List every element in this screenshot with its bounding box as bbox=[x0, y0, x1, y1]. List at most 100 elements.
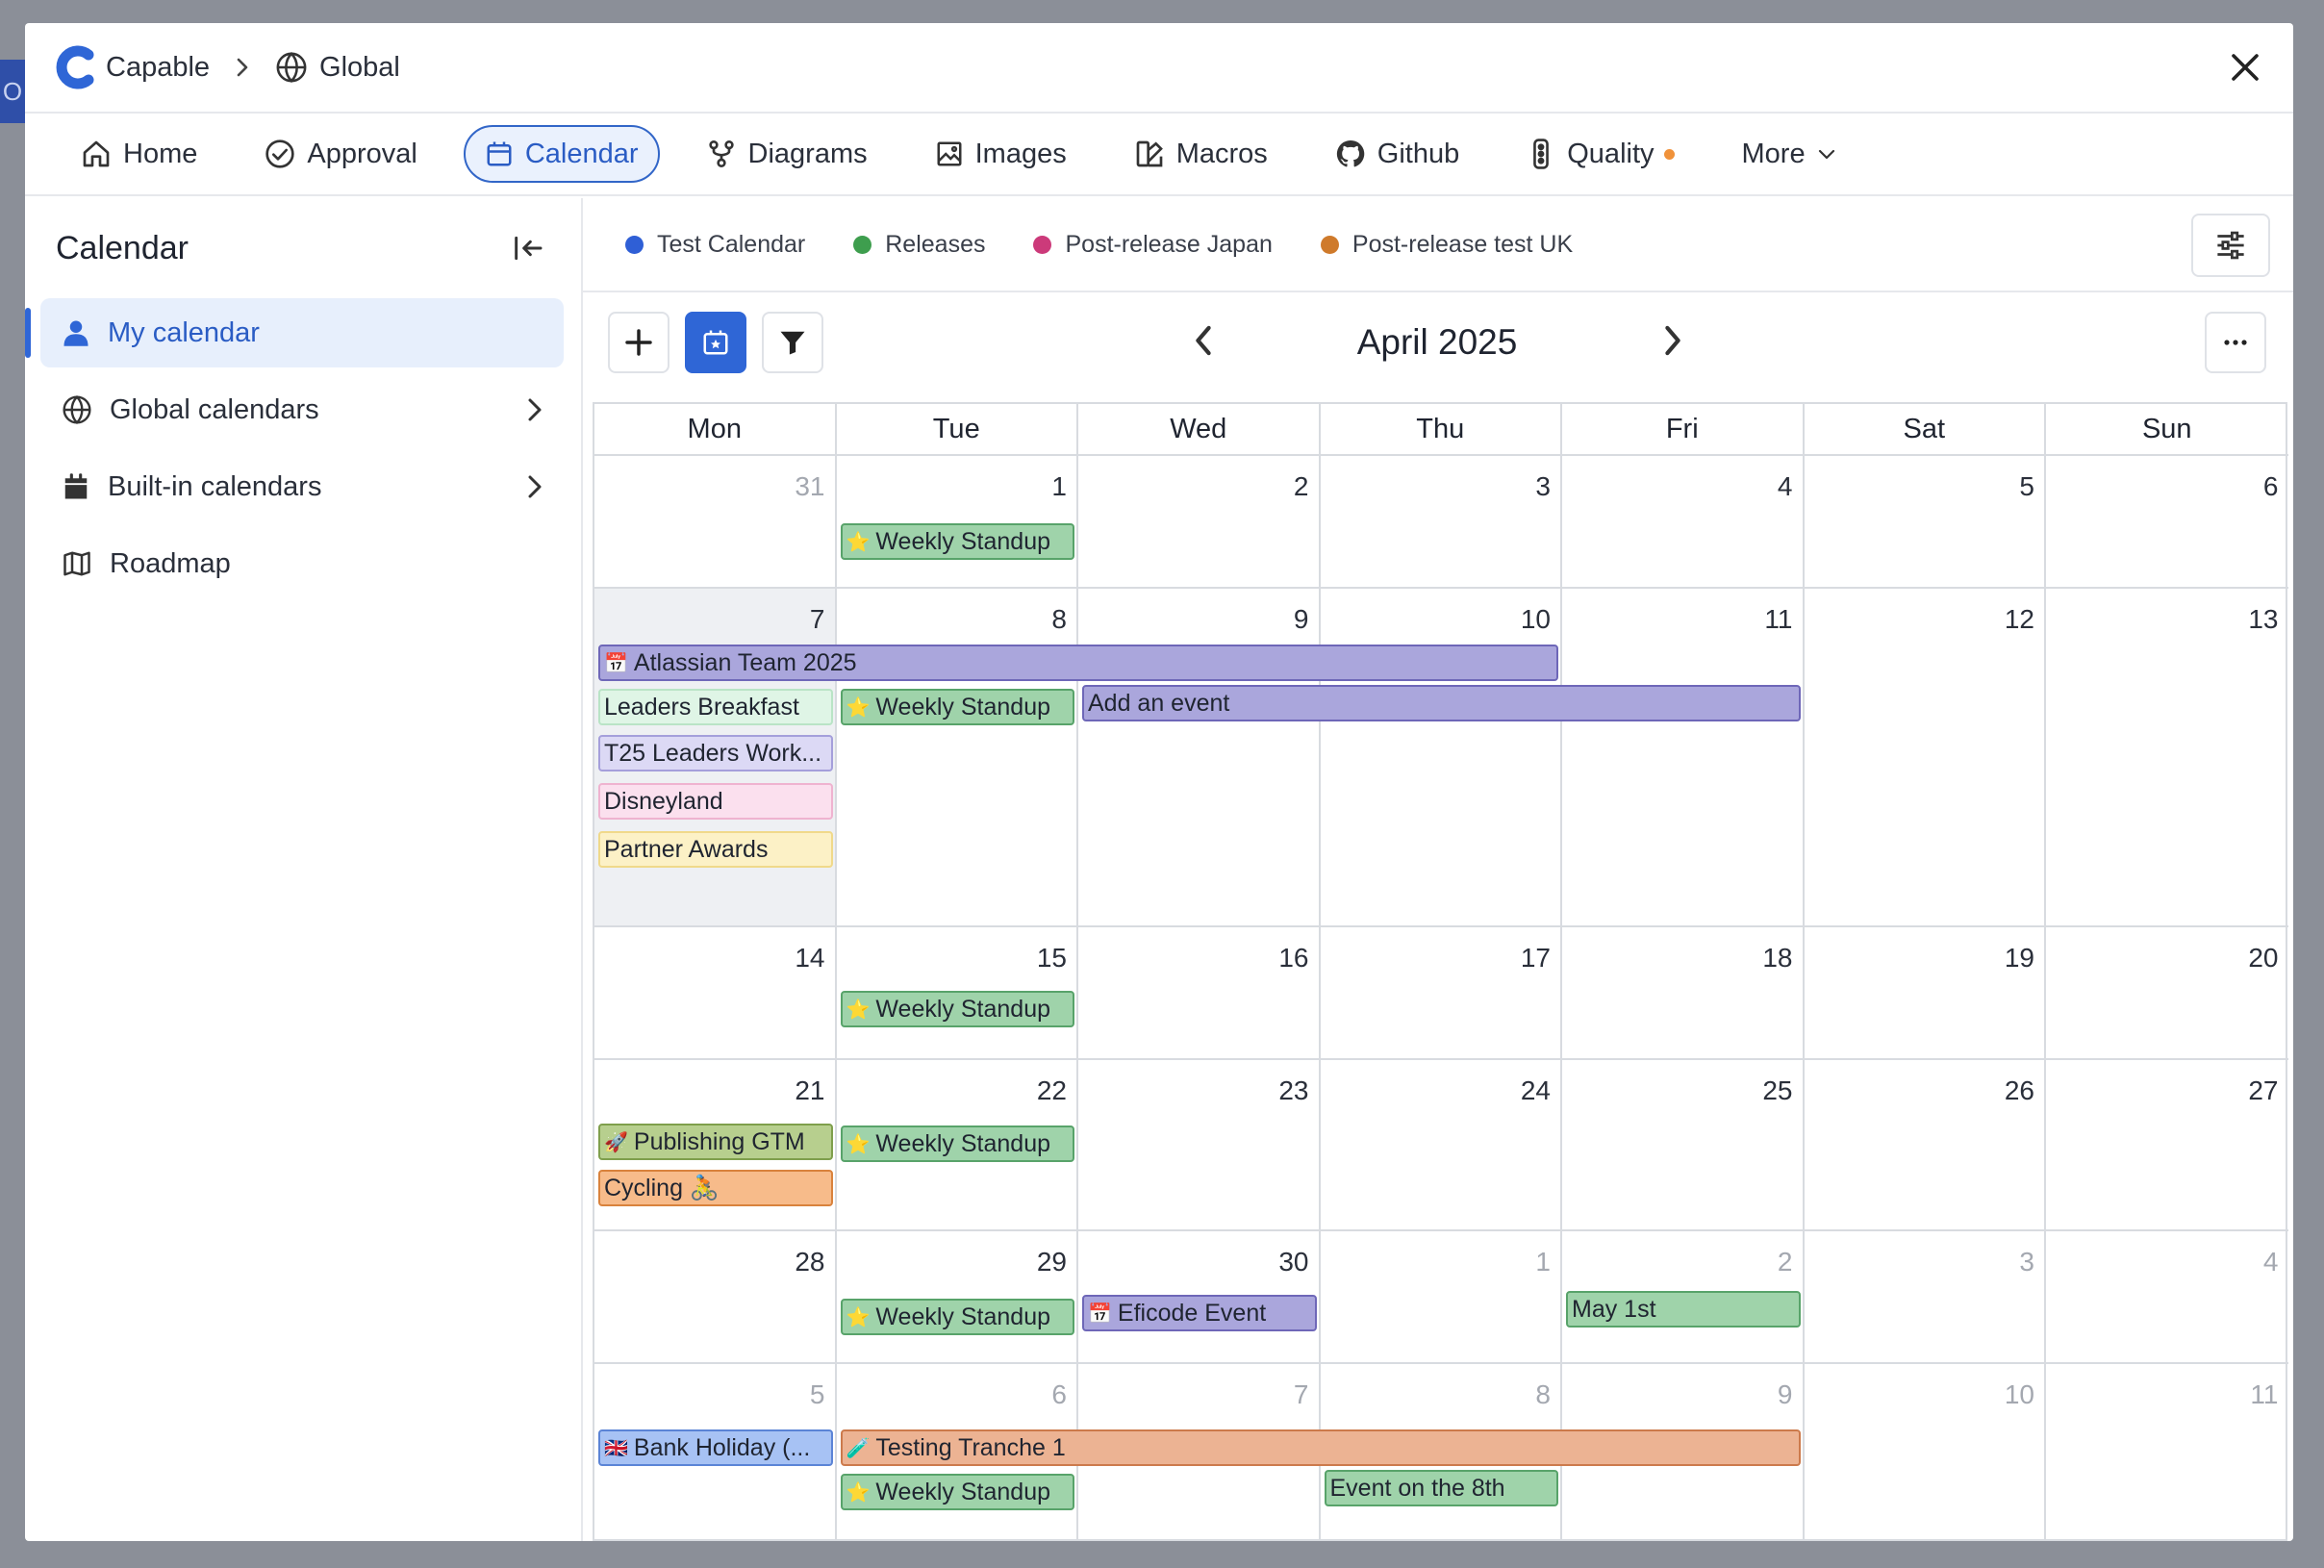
calendar-event[interactable]: Cycling 🚴 bbox=[598, 1170, 833, 1206]
legend-dot bbox=[1033, 235, 1052, 254]
ellipsis-icon bbox=[2224, 340, 2247, 345]
nav-images[interactable]: Images bbox=[914, 125, 1088, 183]
day-cell[interactable]: 6 bbox=[2046, 454, 2288, 587]
day-cell[interactable]: 3 bbox=[1804, 1229, 2046, 1362]
calendar-event[interactable]: ⭐ Weekly Standup bbox=[840, 1474, 1074, 1510]
nav-github[interactable]: Github bbox=[1314, 125, 1480, 183]
calendar-event[interactable]: ⭐ Weekly Standup bbox=[840, 689, 1074, 725]
day-cell[interactable]: 12 bbox=[1804, 587, 2046, 925]
more-options-button[interactable] bbox=[2205, 312, 2266, 373]
calendar-event[interactable]: ⭐ Weekly Standup bbox=[840, 1299, 1074, 1335]
calendar-settings-button[interactable] bbox=[2191, 214, 2270, 277]
calendar-event[interactable]: Add an event bbox=[1082, 685, 1801, 721]
next-month-icon[interactable] bbox=[1658, 317, 1687, 364]
day-number: 2 bbox=[1777, 1247, 1793, 1277]
map-icon bbox=[63, 551, 90, 576]
day-cell[interactable]: 16 bbox=[1078, 925, 1321, 1058]
calendar-main: Test Calendar Releases Post-release Japa… bbox=[583, 198, 2293, 1541]
day-cell[interactable]: 11 bbox=[1562, 587, 1805, 925]
legend-item[interactable]: Releases bbox=[853, 231, 985, 259]
weekday-header: Fri bbox=[1562, 404, 1805, 454]
day-cell[interactable]: 17 bbox=[1320, 925, 1562, 1058]
modal-header: Capable Global bbox=[25, 23, 2293, 114]
nav-macros[interactable]: Macros bbox=[1113, 125, 1289, 183]
nav-home[interactable]: Home bbox=[60, 125, 218, 183]
breadcrumb-chevron-icon bbox=[235, 56, 250, 79]
day-cell[interactable]: 20 bbox=[2046, 925, 2288, 1058]
day-cell[interactable]: 5 bbox=[1804, 454, 2046, 587]
event-title: Bank Holiday (... bbox=[633, 1433, 811, 1461]
sidebar-item-built-in-calendars[interactable]: Built-in calendars bbox=[40, 452, 564, 521]
calendar-event[interactable]: May 1st bbox=[1566, 1291, 1801, 1328]
day-cell[interactable]: 8 bbox=[836, 587, 1078, 925]
event-title: Atlassian Team 2025 bbox=[633, 648, 857, 676]
day-number: 11 bbox=[2250, 1379, 2279, 1409]
calendar-event[interactable]: Leaders Breakfast bbox=[598, 689, 833, 725]
legend-item[interactable]: Post-release Japan bbox=[1033, 231, 1273, 259]
nav-diagrams[interactable]: Diagrams bbox=[685, 125, 889, 183]
day-cell[interactable]: 24 bbox=[1320, 1058, 1562, 1229]
calendar-event[interactable]: 📅 Atlassian Team 2025 bbox=[598, 645, 1558, 681]
nav-more[interactable]: More bbox=[1721, 125, 1859, 183]
calendar-event[interactable]: ⭐ Weekly Standup bbox=[840, 523, 1074, 560]
nav-github-label: Github bbox=[1377, 138, 1460, 169]
calendar-event[interactable]: 📅 Eficode Event bbox=[1082, 1295, 1317, 1331]
sidebar-item-roadmap[interactable]: Roadmap bbox=[40, 529, 564, 598]
calendar-event[interactable]: ⭐ Weekly Standup bbox=[840, 1125, 1074, 1162]
legend-item[interactable]: Test Calendar bbox=[625, 231, 805, 259]
day-cell[interactable]: 28 bbox=[594, 1229, 837, 1362]
sidebar-item-global-calendars[interactable]: Global calendars bbox=[40, 375, 564, 444]
month-grid: Mon Tue Wed Thu Fri Sat Sun 31 1 2 3 4 5 6 7 8 9 10 11 12 13… bbox=[593, 402, 2288, 1541]
event-title: Weekly Standup bbox=[875, 1478, 1050, 1505]
day-cell[interactable]: 4 bbox=[2046, 1229, 2288, 1362]
day-cell[interactable]: 1 bbox=[836, 454, 1078, 587]
calendar-event[interactable]: 🧪 Testing Tranche 1 bbox=[840, 1429, 1801, 1466]
calendar-event[interactable]: 🇬🇧 Bank Holiday (... bbox=[598, 1429, 833, 1466]
day-cell[interactable]: 3 bbox=[1320, 454, 1562, 587]
day-number: 19 bbox=[2004, 943, 2034, 973]
day-cell[interactable]: 18 bbox=[1562, 925, 1805, 1058]
day-number: 21 bbox=[795, 1075, 825, 1105]
event-title: Cycling 🚴 bbox=[604, 1174, 720, 1201]
calendar-event[interactable]: Disneyland bbox=[598, 783, 833, 820]
breadcrumb-global[interactable]: Global bbox=[319, 52, 400, 84]
day-number: 12 bbox=[2004, 604, 2034, 634]
collapse-sidebar-icon[interactable] bbox=[512, 233, 546, 264]
day-cell[interactable]: 25 bbox=[1562, 1058, 1805, 1229]
top-nav: Home Approval Calendar Diagrams Images M… bbox=[25, 114, 2293, 196]
day-cell[interactable]: 1 bbox=[1320, 1229, 1562, 1362]
day-cell[interactable]: 10 bbox=[1804, 1362, 2046, 1541]
day-cell[interactable]: 14 bbox=[594, 925, 837, 1058]
day-cell[interactable]: 10 bbox=[1320, 587, 1562, 925]
day-cell[interactable]: 4 bbox=[1562, 454, 1805, 587]
day-cell[interactable]: 13 bbox=[2046, 587, 2288, 925]
day-cell[interactable]: 2 bbox=[1078, 454, 1321, 587]
day-number: 9 bbox=[1777, 1379, 1793, 1409]
day-number: 1 bbox=[1535, 1247, 1551, 1277]
calendar-event[interactable]: Event on the 8th bbox=[1324, 1470, 1558, 1506]
calendar-event[interactable]: Partner Awards bbox=[598, 831, 833, 868]
day-cell[interactable]: 26 bbox=[1804, 1058, 2046, 1229]
day-number: 7 bbox=[1293, 1379, 1309, 1409]
day-cell[interactable]: 19 bbox=[1804, 925, 2046, 1058]
legend-item[interactable]: Post-release test UK bbox=[1320, 231, 1573, 259]
day-cell[interactable]: 29 bbox=[836, 1229, 1078, 1362]
day-cell[interactable]: 23 bbox=[1078, 1058, 1321, 1229]
day-cell[interactable]: 11 bbox=[2046, 1362, 2288, 1541]
sidebar-item-my-calendar[interactable]: My calendar bbox=[25, 298, 564, 367]
day-number: 4 bbox=[1777, 471, 1793, 501]
nav-calendar[interactable]: Calendar bbox=[463, 125, 660, 183]
day-cell[interactable]: 9 bbox=[1078, 587, 1321, 925]
close-icon[interactable] bbox=[2228, 50, 2262, 85]
calendar-event[interactable]: T25 Leaders Work... bbox=[598, 735, 833, 771]
weekday-header: Tue bbox=[837, 404, 1078, 454]
calendar-event[interactable]: ⭐ Weekly Standup bbox=[840, 991, 1074, 1027]
calendar-event[interactable]: 🚀 Publishing GTM bbox=[598, 1124, 833, 1160]
day-number: 13 bbox=[2248, 604, 2279, 634]
day-cell[interactable]: 31 bbox=[594, 454, 837, 587]
day-cell[interactable]: 27 bbox=[2046, 1058, 2288, 1229]
nav-approval[interactable]: Approval bbox=[243, 125, 438, 183]
breadcrumb-capable[interactable]: Capable bbox=[106, 52, 210, 84]
sidebar-header: Calendar bbox=[25, 198, 581, 298]
nav-quality[interactable]: Quality bbox=[1505, 125, 1695, 183]
